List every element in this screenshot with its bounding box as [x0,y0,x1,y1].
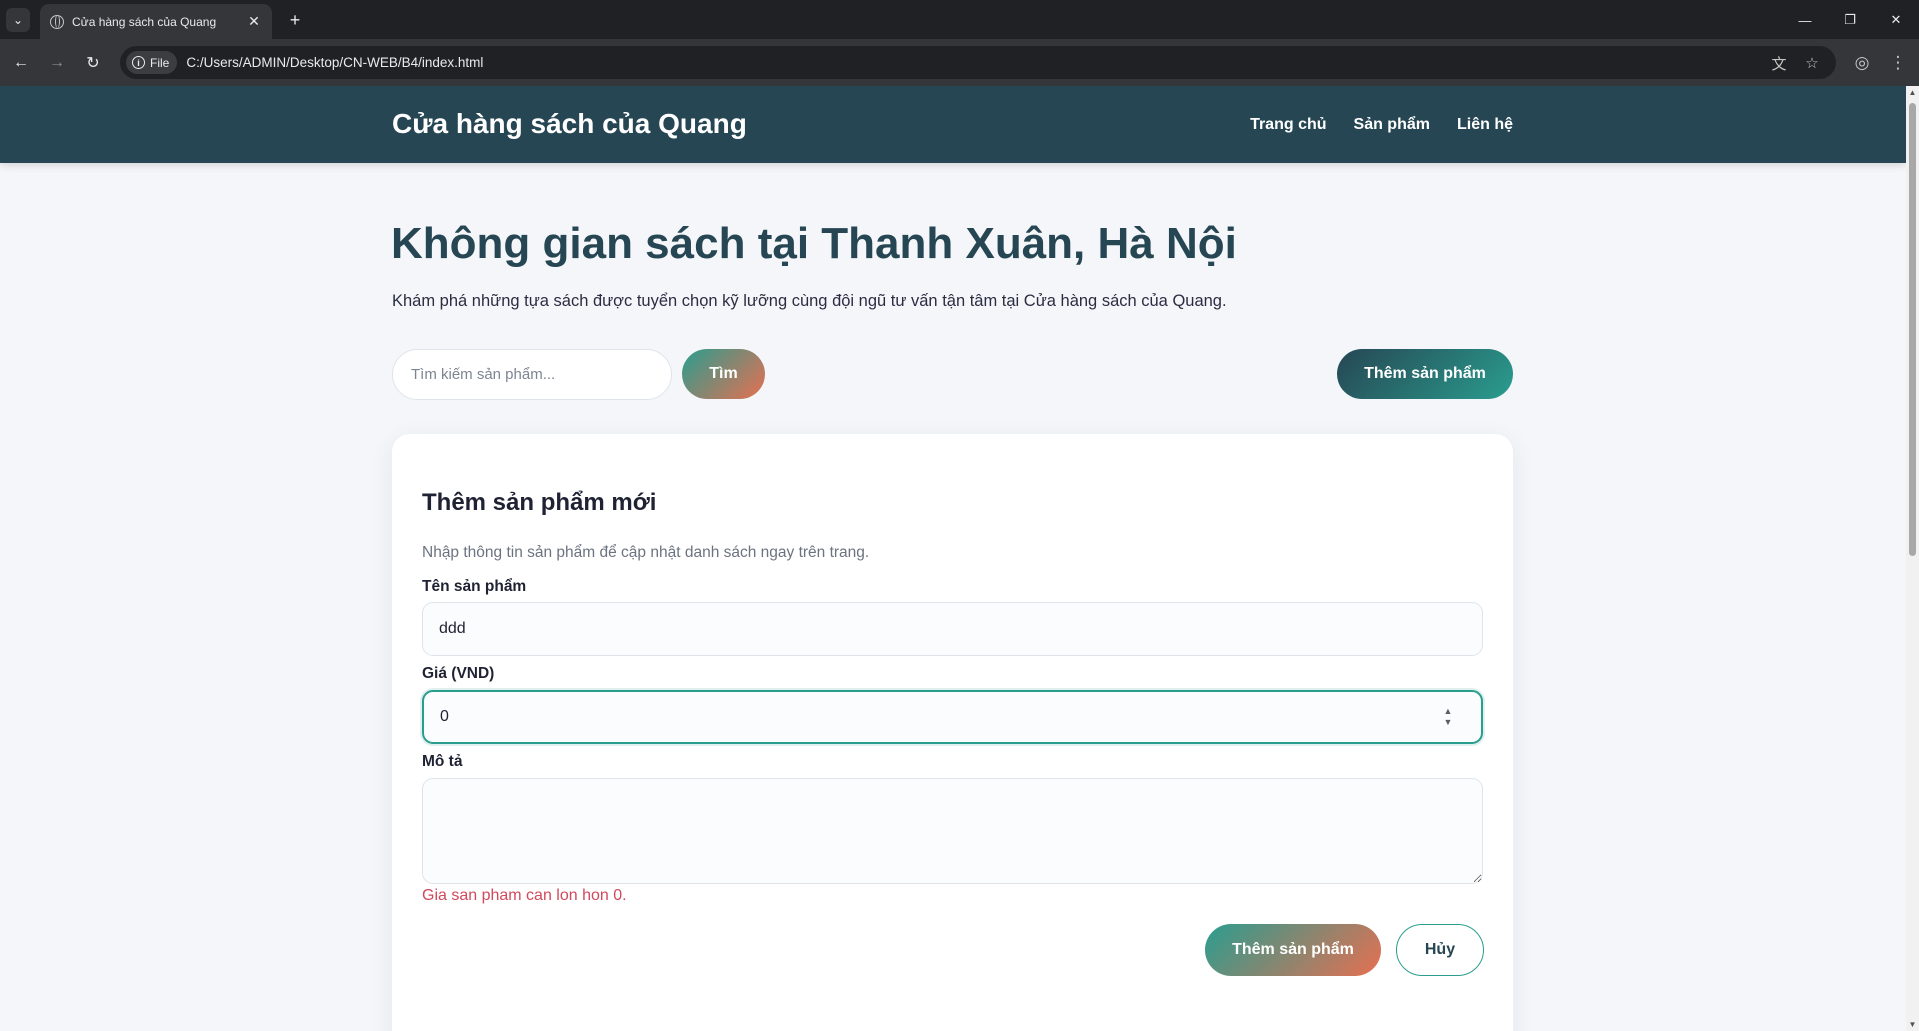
reload-icon[interactable]: ↻ [81,51,105,75]
search-button[interactable]: Tìm [682,349,765,399]
url-chip-label: File [150,55,170,70]
back-arrow-icon[interactable]: ← [9,51,33,75]
price-error-message: Gia san pham can lon hon 0. [422,887,627,904]
more-vertical-icon[interactable]: ⋮ [1886,51,1910,75]
tab-title: Cửa hàng sách của Quang [72,14,217,29]
form-description: Nhập thông tin sản phẩm để cập nhật danh… [422,544,870,561]
nav-link-products[interactable]: Sản phẩm [1354,116,1430,134]
search-input[interactable] [392,349,672,400]
info-icon: i [132,56,145,69]
description-label: Mô tả [422,753,463,770]
cancel-button[interactable]: Hủy [1396,924,1484,976]
add-product-form: Thêm sản phẩm mới Nhập thông tin sản phẩ… [392,434,1513,1031]
minimize-icon[interactable]: — [1793,8,1817,32]
restore-icon[interactable]: ❐ [1838,8,1862,32]
tab-search-icon[interactable]: ⌄ [6,8,30,32]
forward-arrow-icon[interactable]: → [45,51,69,75]
star-icon[interactable]: ☆ [1800,51,1824,75]
description-textarea[interactable] [422,778,1483,884]
browser-tab-bar: ⌄ Cửa hàng sách của Quang ✕ + — ❐ ✕ [0,0,1919,39]
product-name-label: Tên sản phẩm [422,578,527,595]
site-info-chip[interactable]: i File [126,51,178,74]
browser-tab[interactable]: Cửa hàng sách của Quang ✕ [40,4,272,39]
browser-toolbar: ← → ↻ i File C:/Users/ADMIN/Desktop/CN-W… [0,39,1919,86]
vertical-scrollbar[interactable]: ▲ ▼ [1906,86,1919,1031]
form-title: Thêm sản phẩm mới [422,489,657,516]
price-label: Giá (VND) [422,665,495,682]
url-text[interactable]: C:/Users/ADMIN/Desktop/CN-WEB/B4/index.h… [186,55,483,70]
profile-icon[interactable]: ◎ [1850,51,1874,75]
number-spinner-icon[interactable]: ▲ ▼ [1441,703,1455,731]
scroll-up-arrow-icon[interactable]: ▲ [1906,86,1919,99]
add-product-button[interactable]: Thêm sản phẩm [1337,349,1513,399]
brand-title[interactable]: Cửa hàng sách của Quang [392,108,747,140]
nav-link-home[interactable]: Trang chủ [1250,116,1326,134]
main-nav: Trang chủ Sản phẩm Liên hệ [1250,116,1513,134]
window-close-icon[interactable]: ✕ [1884,8,1908,32]
product-name-input[interactable] [422,602,1483,656]
site-header: Cửa hàng sách của Quang Trang chủ Sản ph… [0,86,1906,163]
address-bar[interactable]: i File C:/Users/ADMIN/Desktop/CN-WEB/B4/… [120,46,1836,79]
price-input[interactable] [422,690,1483,744]
page-viewport: Cửa hàng sách của Quang Trang chủ Sản ph… [0,86,1906,1031]
plus-icon[interactable]: + [283,8,307,32]
page-title: Không gian sách tại Thanh Xuân, Hà Nội [391,219,1237,268]
scroll-down-arrow-icon[interactable]: ▼ [1906,1018,1919,1031]
translate-icon[interactable]: 文 [1767,51,1791,75]
nav-link-contact[interactable]: Liên hệ [1457,116,1513,134]
globe-icon [50,14,64,29]
close-icon[interactable]: ✕ [246,13,262,30]
scroll-thumb[interactable] [1909,103,1916,556]
submit-add-product-button[interactable]: Thêm sản phẩm [1205,924,1381,976]
page-subtitle: Khám phá những tựa sách được tuyển chọn … [392,292,1227,310]
